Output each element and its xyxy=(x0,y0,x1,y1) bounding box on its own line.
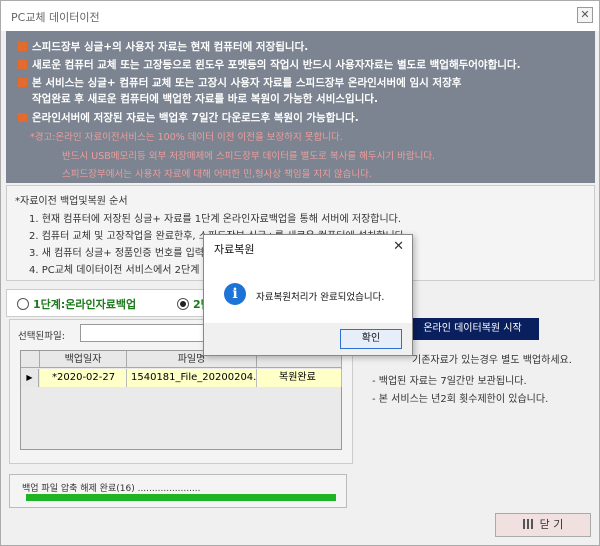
dialog-footer: 확인 xyxy=(204,323,412,355)
restore-start-button[interactable]: 온라인 데이터복원 시작 xyxy=(406,318,539,340)
warning-line: *경고:온라인 자료이전서비스는 100% 데이터 이전 이전을 보장하지 못합… xyxy=(30,132,343,143)
notice-panel: 스피드장부 싱글+의 사용자 자료는 현재 컴퓨터에 저장됩니다. 새로운 컴퓨… xyxy=(6,31,595,183)
window-close-icon[interactable]: ✕ xyxy=(577,7,593,23)
note-line: 기존자료가 있는경우 별도 백업하세요. xyxy=(412,355,572,366)
bullet-icon xyxy=(18,113,27,122)
warning-line: 반드시 USB메모리등 외부 저장매체에 스피드장부 데이터를 별도로 복사를 … xyxy=(62,151,436,162)
dialog-title: 자료복원 xyxy=(214,243,255,256)
progress-bar xyxy=(26,494,336,501)
steps-heading: *자료이전 백업및복원 순서 xyxy=(15,196,128,207)
row-pointer-icon: ▶ xyxy=(21,369,39,387)
radio-selected-icon[interactable] xyxy=(177,298,189,310)
notice-line: 본 서비스는 싱글+ 컴퓨터 교체 또는 고장시 사용자 자료를 스피드장부 온… xyxy=(18,75,461,90)
backup-grid: 백업일자 파일명 ▶ *2020-02-27 1540181_File_2020… xyxy=(20,350,342,450)
tab-step1-backup[interactable]: 1단계:온라인자료백업 xyxy=(17,296,136,312)
title-bar: PC교체 데이터이전 ✕ xyxy=(1,1,599,31)
grid-corner xyxy=(21,351,40,368)
close-button[interactable]: 닫 기 xyxy=(495,513,591,537)
dialog-message: 자료복원처리가 완료되었습니다. xyxy=(256,292,385,303)
cell-file: 1540181_File_20200204.dat xyxy=(127,369,257,387)
cell-status: 복원완료 xyxy=(257,369,342,387)
note-line: - 본 서비스는 년2회 횟수제한이 있습니다. xyxy=(372,394,549,405)
notice-line: 온라인서버에 저장된 자료는 백업후 7일간 다운로드후 복원이 가능합니다. xyxy=(18,110,359,125)
ok-button[interactable]: 확인 xyxy=(340,329,402,349)
window-title: PC교체 데이터이전 xyxy=(11,11,100,24)
restore-dialog: 자료복원 ✕ i 자료복원처리가 완료되었습니다. 확인 xyxy=(203,234,413,356)
step-item: 3. 새 컴퓨터 싱글+ 정품인증 번호를 입력 xyxy=(29,248,204,259)
main-window: PC교체 데이터이전 ✕ 스피드장부 싱글+의 사용자 자료는 현재 컴퓨터에 … xyxy=(0,0,600,546)
table-row[interactable]: *2020-02-27 1540181_File_20200204.dat 복원… xyxy=(40,369,342,387)
radio-icon[interactable] xyxy=(17,298,29,310)
progress-text: 백업 파일 압축 해제 완료(16) .....................… xyxy=(22,484,201,494)
step-item: 4. PC교체 데이터이전 서비스에서 2단계 xyxy=(29,265,200,276)
cell-date: *2020-02-27 xyxy=(40,369,127,387)
grid-header-date[interactable]: 백업일자 xyxy=(40,351,127,368)
notice-line: 새로운 컴퓨터 교체 또는 고장등으로 윈도우 포멧등의 작업시 반드시 사용자… xyxy=(18,57,521,72)
grid-icon xyxy=(522,519,534,529)
bullet-icon xyxy=(18,60,27,69)
bullet-icon xyxy=(18,78,27,87)
progress-panel: 백업 파일 압축 해제 완료(16) .....................… xyxy=(9,474,347,508)
info-icon: i xyxy=(224,283,246,305)
notice-line: 작업완료 후 새로운 컴퓨터에 백업한 자료를 바로 복원이 가능한 서비스입니… xyxy=(32,93,379,105)
bullet-icon xyxy=(18,42,27,51)
notice-line: 스피드장부 싱글+의 사용자 자료는 현재 컴퓨터에 저장됩니다. xyxy=(18,39,308,54)
step-item: 1. 현재 컴퓨터에 저장된 싱글+ 자료를 1단계 온라인자료백업을 통해 서… xyxy=(29,214,402,225)
note-line: - 백업된 자료는 7일간만 보관됩니다. xyxy=(372,376,527,387)
dialog-close-icon[interactable]: ✕ xyxy=(393,239,404,254)
selected-file-label: 선택된파일: xyxy=(18,331,65,342)
dialog-body: i 자료복원처리가 완료되었습니다. xyxy=(204,263,412,315)
warning-line: 스피드장부에서는 사용자 자료에 대해 어떠한 민,형사상 책임을 지지 않습니… xyxy=(62,169,372,180)
